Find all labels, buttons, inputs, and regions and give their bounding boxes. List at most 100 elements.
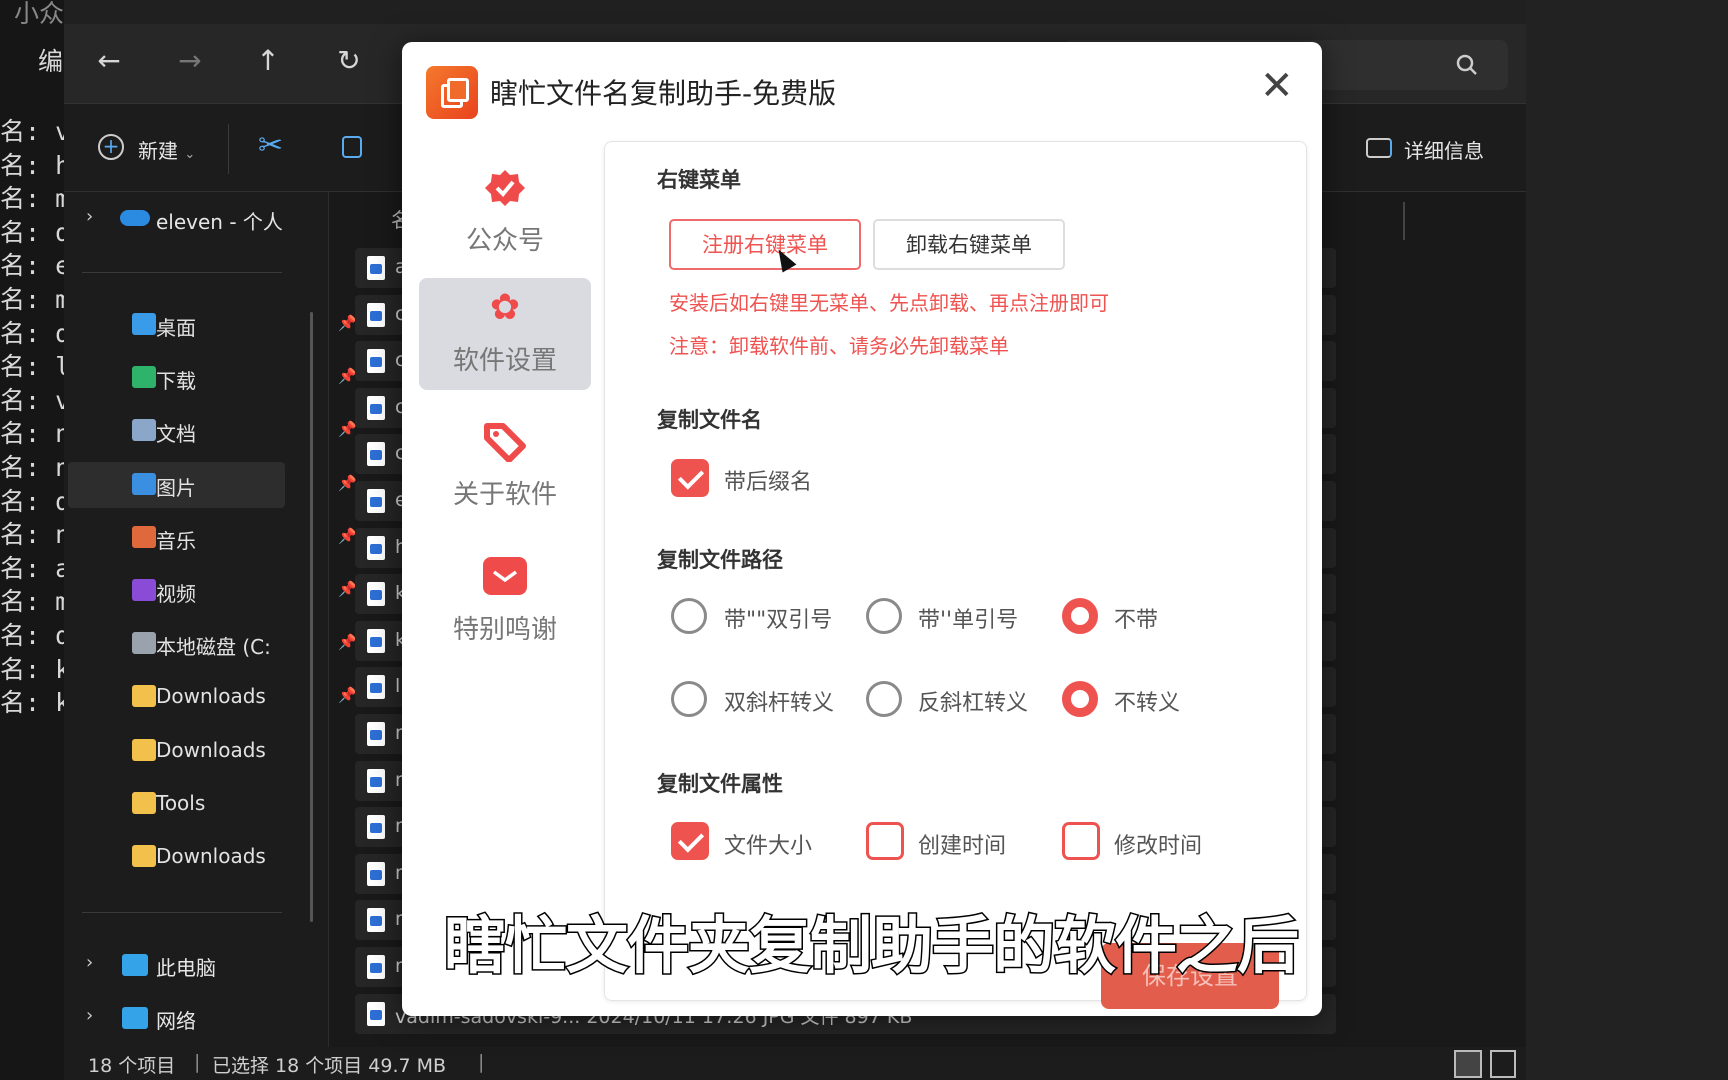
pin-icon[interactable]: 📌: [338, 314, 357, 332]
nav-label: 软件设置: [452, 346, 557, 376]
sidebar-item[interactable]: Downloads: [76, 834, 358, 880]
sidebar-item[interactable]: 视频 📌: [76, 568, 358, 614]
video-icon: [132, 579, 156, 601]
sidebar-item[interactable]: 图片 📌: [68, 461, 357, 508]
terminal-line: 名: v: [0, 385, 64, 415]
pin-icon[interactable]: 📌: [338, 527, 357, 545]
sidebar-item-network[interactable]: 网络: [156, 1005, 196, 1034]
expand-chevron-icon[interactable]: ›: [86, 1005, 93, 1026]
expand-chevron-icon[interactable]: ›: [86, 952, 93, 973]
sidebar-item[interactable]: Tools: [76, 781, 358, 827]
pin-icon[interactable]: 📌: [338, 474, 357, 492]
sidebar-item[interactable]: Downloads 📌: [76, 674, 358, 720]
sidebar-item-label: Tools: [156, 790, 206, 815]
title-bar: [64, 0, 1526, 24]
terminal-line: 名: d: [0, 318, 64, 348]
image-file-icon: [367, 535, 385, 560]
section-context-menu: 右键菜单: [657, 168, 741, 192]
new-icon[interactable]: +: [98, 134, 124, 160]
path-option-label: 双斜杆转义: [724, 691, 835, 716]
sidebar-scrollbar[interactable]: [310, 312, 313, 922]
pin-icon[interactable]: 📌: [338, 633, 357, 651]
sidebar-item[interactable]: 桌面 📌: [76, 302, 358, 348]
onedrive-item[interactable]: eleven - 个人: [156, 206, 283, 235]
sidebar-item[interactable]: 音乐 📌: [76, 515, 358, 561]
pin-icon[interactable]: 📌: [338, 686, 357, 704]
image-file-icon: [367, 628, 385, 653]
nav-official-account[interactable]: 公众号: [419, 158, 591, 270]
sidebar-item-label: 桌面: [156, 316, 196, 340]
sidebar-item[interactable]: Downloads: [76, 728, 358, 774]
with-extension-checkbox[interactable]: [671, 459, 709, 497]
path-option-label: 带""双引号: [724, 608, 833, 633]
image-file-icon: [367, 489, 385, 513]
warning-text: 注意：卸载软件前、请务必先卸载菜单: [669, 334, 1009, 358]
sidebar-item-this-pc[interactable]: 此电脑: [156, 952, 216, 981]
sidebar-item-label: Downloads: [156, 684, 266, 709]
attribute-label: 创建时间: [918, 834, 1007, 859]
terminal-line: 名: d: [0, 486, 64, 516]
refresh-icon[interactable]: ↻: [329, 44, 369, 77]
sidebar-item[interactable]: 下载 📌: [76, 355, 358, 401]
network-icon: [122, 1007, 148, 1029]
copy-icon[interactable]: [342, 136, 362, 158]
new-button[interactable]: 新建 ⌄: [138, 135, 195, 164]
sidebar-item-label: 视频: [156, 582, 196, 606]
path-option-radio[interactable]: [671, 681, 707, 717]
new-label: 新建: [138, 139, 178, 163]
cut-icon[interactable]: ✂: [258, 128, 283, 163]
terminal-line: 名: d: [0, 217, 64, 247]
nav-about[interactable]: 关于软件: [419, 412, 591, 524]
forward-icon[interactable]: →: [170, 44, 210, 77]
up-icon[interactable]: ↑: [248, 44, 288, 77]
document-icon: [132, 419, 156, 442]
image-file-icon: [367, 861, 385, 886]
pin-icon[interactable]: 📌: [338, 367, 357, 385]
folder-icon: [132, 738, 156, 761]
attribute-checkbox[interactable]: [866, 822, 904, 860]
path-option-label: 不转义: [1114, 691, 1181, 716]
sidebar-item[interactable]: 本地磁盘 (C: 📌: [76, 621, 358, 667]
close-button[interactable]: ✕: [1260, 66, 1294, 106]
unregister-menu-button[interactable]: 卸载右键菜单: [873, 219, 1065, 270]
pin-icon[interactable]: 📌: [338, 420, 357, 438]
settings-panel: 右键菜单 注册右键菜单 卸载右键菜单 安装后如右键里无菜单、先点卸载、再点注册即…: [604, 141, 1307, 1009]
desktop-icon: [132, 313, 156, 335]
path-option-radio[interactable]: [671, 598, 707, 634]
tiles-view-icon[interactable]: [1490, 1050, 1516, 1078]
path-option-radio[interactable]: [866, 598, 902, 634]
image-file-icon: [367, 1001, 385, 1026]
sidebar-item[interactable]: 文档 📌: [76, 408, 358, 454]
path-option-radio[interactable]: [866, 681, 902, 717]
terminal-line: 名: m: [0, 184, 64, 214]
attribute-checkbox[interactable]: [1062, 822, 1100, 860]
path-option-radio[interactable]: [1062, 598, 1098, 634]
terminal-line: 名: k: [0, 654, 64, 684]
pin-icon[interactable]: 📌: [338, 580, 357, 598]
terminal-line: 名: la: [0, 352, 64, 382]
attribute-label: 修改时间: [1114, 834, 1203, 859]
path-option-label: 不带: [1114, 608, 1159, 633]
badge-check-icon: [483, 168, 527, 208]
tag-icon: [483, 422, 527, 463]
nav-label: 公众号: [465, 226, 544, 256]
details-view-icon[interactable]: [1454, 1050, 1482, 1078]
register-menu-button[interactable]: 注册右键菜单: [669, 219, 861, 270]
details-button[interactable]: 详细信息: [1404, 135, 1484, 164]
attribute-checkbox[interactable]: [671, 822, 709, 860]
nav-thanks[interactable]: 特别鸣谢: [419, 547, 591, 659]
details-pane-icon[interactable]: [1366, 138, 1392, 158]
video-subtitle: 瞎忙文件夹复制助手的软件之后: [443, 908, 1301, 984]
path-option-radio[interactable]: [1062, 681, 1098, 717]
terminal-line: 名: h: [0, 150, 64, 180]
terminal-line: 名: n: [0, 419, 64, 449]
nav-software-settings[interactable]: ✿ 软件设置: [419, 278, 591, 390]
image-file-icon: [367, 395, 385, 420]
image-file-icon: [367, 955, 385, 979]
pictures-icon: [132, 472, 156, 495]
terminal-line: 名: a: [0, 553, 64, 583]
app-dialog: 瞎忙文件名复制助手-免费版 ✕ 公众号 ✿ 软件设置 关于软件 特别鸣谢 右键菜…: [402, 42, 1322, 1016]
back-icon[interactable]: ←: [89, 44, 129, 77]
expand-chevron-icon[interactable]: ›: [86, 206, 93, 227]
right-background: [1526, 0, 1728, 1080]
